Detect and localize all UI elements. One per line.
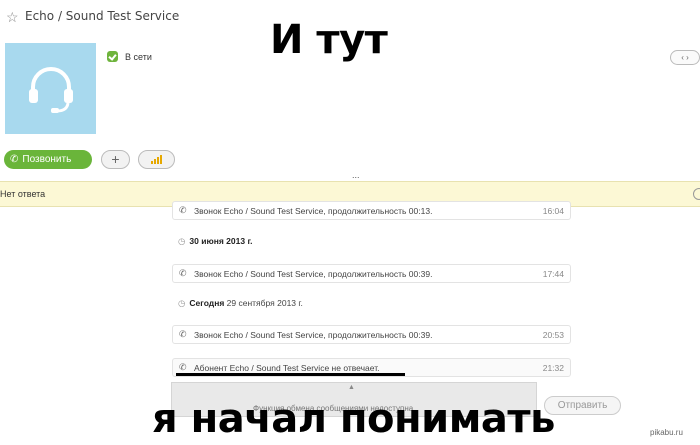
send-button[interactable]: Отправить <box>544 396 621 415</box>
call-record-time: 16:04 <box>542 206 564 216</box>
add-button[interactable]: + <box>101 150 130 169</box>
date-bold: Сегодня <box>189 298 225 308</box>
meme-caption-bottom: я начал понимать <box>152 396 555 442</box>
missed-call-time: 21:32 <box>542 363 564 373</box>
signal-bar <box>160 155 162 164</box>
arrows-icon[interactable]: ‹ › <box>681 53 689 62</box>
more-handle[interactable]: ... <box>352 170 360 180</box>
date-separator: ◷ Сегодня 29 сентября 2013 г. <box>172 298 303 309</box>
call-record: ✆ Звонок Echo / Sound Test Service, прод… <box>172 264 571 283</box>
nav-arrows[interactable]: ‹ › <box>670 50 700 65</box>
phone-icon: ✆ <box>179 205 187 215</box>
missed-call-text: Абонент Echo / Sound Test Service не отв… <box>194 363 380 373</box>
headset-icon <box>29 67 73 113</box>
call-record: ✆ Звонок Echo / Sound Test Service, прод… <box>172 325 571 344</box>
online-status-icon <box>107 51 118 62</box>
phone-icon: ✆ <box>179 362 187 372</box>
resize-handle-icon[interactable]: ▲ <box>348 384 355 391</box>
call-button-label: Позвонить <box>22 154 72 165</box>
call-record-time: 17:44 <box>542 269 564 279</box>
date-bold: 30 июня 2013 г. <box>189 236 253 246</box>
call-record-text: Звонок Echo / Sound Test Service, продол… <box>194 269 433 279</box>
info-icon[interactable] <box>693 188 700 200</box>
star-icon[interactable]: ☆ <box>6 9 19 26</box>
signal-bar <box>154 159 156 164</box>
hand-drawn-underline <box>176 373 405 376</box>
watermark: pikabu.ru <box>650 428 683 437</box>
call-quality-button[interactable] <box>138 150 175 169</box>
status-label: В сети <box>125 52 152 62</box>
signal-bar <box>157 157 159 164</box>
call-record-text: Звонок Echo / Sound Test Service, продол… <box>194 330 433 340</box>
date-separator: ◷ 30 июня 2013 г. <box>172 236 253 247</box>
clock-icon: ◷ <box>178 236 186 246</box>
meme-caption-top: И тут <box>270 17 388 63</box>
avatar <box>5 43 96 134</box>
call-button[interactable]: ✆ Позвонить <box>4 150 92 169</box>
date-rest: 29 сентября 2013 г. <box>226 298 303 308</box>
phone-icon: ✆ <box>10 154 19 165</box>
banner-text: Нет ответа <box>0 189 46 199</box>
call-record: ✆ Звонок Echo / Sound Test Service, прод… <box>172 201 571 220</box>
phone-icon: ✆ <box>179 329 187 339</box>
signal-bar <box>151 161 153 164</box>
clock-icon: ◷ <box>178 298 186 308</box>
call-record-time: 20:53 <box>542 330 564 340</box>
phone-icon: ✆ <box>179 268 187 278</box>
contact-title: Echo / Sound Test Service <box>25 9 180 23</box>
call-record-text: Звонок Echo / Sound Test Service, продол… <box>194 206 433 216</box>
